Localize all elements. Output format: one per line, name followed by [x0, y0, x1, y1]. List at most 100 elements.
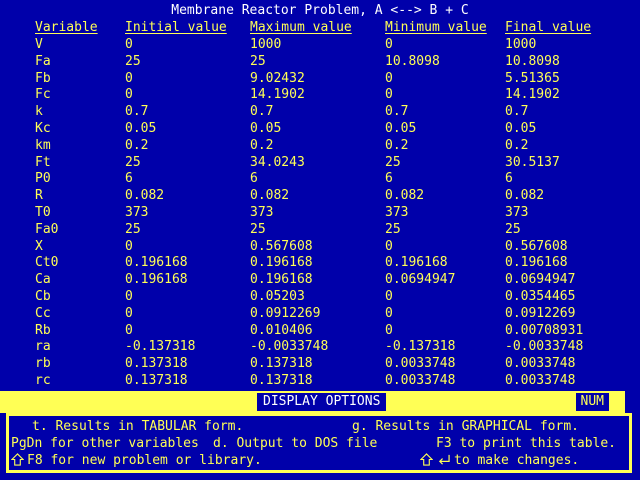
option-make-changes-label: to make changes. — [454, 453, 579, 468]
cell-final-value: 0.196168 — [505, 255, 605, 272]
cell-final-value: 1000 — [505, 37, 605, 54]
cell-maximum-value: 9.02432 — [250, 71, 385, 88]
cell-initial-value: 0.137318 — [125, 356, 250, 373]
cell-variable: Cb — [35, 289, 125, 306]
cell-initial-value: 0 — [125, 239, 250, 256]
cell-maximum-value: 34.0243 — [250, 155, 385, 172]
cell-initial-value: 0 — [125, 306, 250, 323]
cell-variable: X — [35, 239, 125, 256]
display-options-title: DISPLAY OPTIONS — [257, 393, 386, 411]
cell-maximum-value: 0.0912269 — [250, 306, 385, 323]
cell-maximum-value: -0.0033748 — [250, 339, 385, 356]
cell-final-value: 0.0912269 — [505, 306, 605, 323]
col-header-initial-value: Initial value — [125, 20, 250, 37]
cell-maximum-value: 0.05 — [250, 121, 385, 138]
option-make-changes[interactable]: to make changes. — [420, 452, 579, 469]
cell-variable: rc — [35, 373, 125, 390]
cell-maximum-value: 0.010406 — [250, 323, 385, 340]
cell-variable: R — [35, 188, 125, 205]
cell-initial-value: 25 — [125, 54, 250, 71]
cell-variable: Fc — [35, 87, 125, 104]
cell-minimum-value: 0 — [385, 306, 505, 323]
option-graphical[interactable]: g. Results in GRAPHICAL form. — [352, 418, 579, 435]
cell-maximum-value: 0.567608 — [250, 239, 385, 256]
cell-initial-value: 25 — [125, 222, 250, 239]
cell-initial-value: 0 — [125, 87, 250, 104]
table-row: Rb 0 0.010406 0 0.00708931 — [0, 323, 605, 340]
cell-variable: P0 — [35, 171, 125, 188]
option-f3-print[interactable]: F3 to print this table. — [436, 435, 616, 452]
cell-minimum-value: 0.0033748 — [385, 356, 505, 373]
cell-variable: Ft — [35, 155, 125, 172]
cell-variable: k — [35, 104, 125, 121]
cell-minimum-value: 6 — [385, 171, 505, 188]
cell-variable: Rb — [35, 323, 125, 340]
cell-initial-value: 0.137318 — [125, 373, 250, 390]
table-row: V 0 1000 0 1000 — [0, 37, 605, 54]
cell-minimum-value: 0.082 — [385, 188, 505, 205]
cell-initial-value: 0.2 — [125, 138, 250, 155]
table-row: Kc 0.05 0.05 0.05 0.05 — [0, 121, 605, 138]
table-header: Variable Initial value Maximum value Min… — [0, 20, 640, 37]
cell-final-value: 0.0033748 — [505, 373, 605, 390]
options-line-3: F8 for new problem or library. to make c… — [9, 452, 629, 469]
table-row: rc 0.137318 0.137318 0.0033748 0.0033748 — [0, 373, 605, 390]
cell-maximum-value: 0.196168 — [250, 255, 385, 272]
cell-initial-value: 0.196168 — [125, 255, 250, 272]
cell-final-value: -0.0033748 — [505, 339, 605, 356]
cell-initial-value: -0.137318 — [125, 339, 250, 356]
cell-initial-value: 0 — [125, 323, 250, 340]
cell-initial-value: 0 — [125, 289, 250, 306]
option-f8-new-label: F8 for new problem or library. — [27, 453, 262, 468]
cell-final-value: 0.567608 — [505, 239, 605, 256]
cell-final-value: 0.00708931 — [505, 323, 605, 340]
cell-maximum-value: 373 — [250, 205, 385, 222]
col-header-minimum-value: Minimum value — [385, 20, 505, 37]
table-row: Fb 0 9.02432 0 5.51365 — [0, 71, 605, 88]
cell-initial-value: 6 — [125, 171, 250, 188]
col-header-maximum-value: Maximum value — [250, 20, 385, 37]
shift-icon — [11, 453, 24, 466]
screen: Membrane Reactor Problem, A <--> B + C V… — [0, 0, 640, 480]
enter-icon — [436, 453, 451, 466]
cell-minimum-value: 0.0694947 — [385, 272, 505, 289]
cell-variable: Fb — [35, 71, 125, 88]
options-line-1: t. Results in TABULAR form. g. Results i… — [9, 418, 629, 435]
option-dos-file[interactable]: d. Output to DOS file — [213, 435, 377, 452]
cell-final-value: 6 — [505, 171, 605, 188]
cell-maximum-value: 0.137318 — [250, 373, 385, 390]
table-row: rb 0.137318 0.137318 0.0033748 0.0033748 — [0, 356, 605, 373]
cell-final-value: 14.1902 — [505, 87, 605, 104]
table-row: Ca 0.196168 0.196168 0.0694947 0.0694947 — [0, 272, 605, 289]
status-bar: DISPLAY OPTIONS NUM — [0, 391, 625, 413]
cell-initial-value: 0 — [125, 37, 250, 54]
cell-final-value: 5.51365 — [505, 71, 605, 88]
cell-minimum-value: 0 — [385, 71, 505, 88]
cell-final-value: 25 — [505, 222, 605, 239]
cell-maximum-value: 0.137318 — [250, 356, 385, 373]
table-row: Fc 0 14.1902 0 14.1902 — [0, 87, 605, 104]
cell-final-value: 0.0354465 — [505, 289, 605, 306]
cell-initial-value: 0.082 — [125, 188, 250, 205]
table-row: Fa 25 25 10.8098 10.8098 — [0, 54, 605, 71]
cell-minimum-value: 0.7 — [385, 104, 505, 121]
cell-initial-value: 25 — [125, 155, 250, 172]
table-row: Cb 0 0.05203 0 0.0354465 — [0, 289, 605, 306]
cell-variable: Fa — [35, 54, 125, 71]
option-pgdn-variables[interactable]: PgDn for other variables — [11, 435, 199, 452]
display-options-panel: t. Results in TABULAR form. g. Results i… — [6, 413, 632, 473]
col-header-final-value: Final value — [505, 20, 640, 37]
option-f8-new[interactable]: F8 for new problem or library. — [11, 452, 262, 469]
table-row: Ct0 0.196168 0.196168 0.196168 0.196168 — [0, 255, 605, 272]
cell-initial-value: 373 — [125, 205, 250, 222]
cell-final-value: 0.05 — [505, 121, 605, 138]
cell-variable: Fa0 — [35, 222, 125, 239]
cell-minimum-value: 0 — [385, 289, 505, 306]
table-row: P0 6 6 6 6 — [0, 171, 605, 188]
cell-minimum-value: 25 — [385, 222, 505, 239]
option-tabular[interactable]: t. Results in TABULAR form. — [32, 418, 243, 435]
cell-variable: Ca — [35, 272, 125, 289]
cell-initial-value: 0.7 — [125, 104, 250, 121]
cell-final-value: 30.5137 — [505, 155, 605, 172]
cell-maximum-value: 0.2 — [250, 138, 385, 155]
